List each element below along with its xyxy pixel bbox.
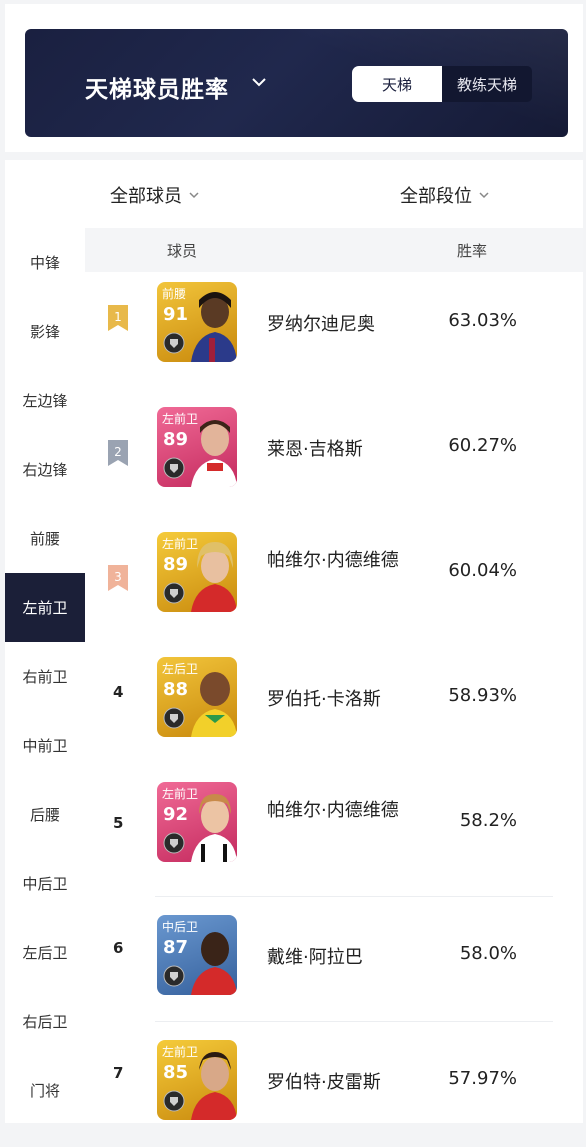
- table-row[interactable]: 7 左前卫 85 罗伯特·皮雷斯 57.97%: [85, 1022, 583, 1147]
- player-name: 戴维·阿拉巴: [267, 947, 363, 968]
- player-name: 罗纳尔迪尼奥: [267, 314, 375, 335]
- player-name: 罗伯特·皮雷斯: [267, 1072, 381, 1093]
- sidebar-item-ss[interactable]: 影锋: [5, 297, 85, 366]
- player-name: 帕维尔·内德维德: [267, 800, 399, 821]
- shield-emblem-icon: [163, 1090, 185, 1112]
- player-name: 罗伯托·卡洛斯: [267, 689, 381, 710]
- player-card: 左前卫 89: [157, 532, 237, 612]
- ribbon-badge-icon: 3: [108, 565, 128, 591]
- rank-number: 2: [114, 445, 122, 459]
- sidebar-item-lb[interactable]: 左后卫: [5, 918, 85, 987]
- table-row[interactable]: 6 中后卫 87 戴维·阿拉巴 58.0%: [85, 897, 583, 1022]
- shield-emblem-icon: [163, 457, 185, 479]
- chevron-down-icon: [479, 192, 489, 199]
- shield-emblem-icon: [163, 707, 185, 729]
- players-filter[interactable]: 全部球员: [110, 182, 201, 208]
- card-position: 左前卫: [162, 1045, 199, 1059]
- player-portrait: [191, 292, 237, 362]
- player-name: 帕维尔·内德维德: [267, 550, 399, 571]
- card-rating: 87: [163, 937, 189, 958]
- ribbon-badge-icon: 2: [108, 440, 128, 466]
- sidebar-item-rwf[interactable]: 右边锋: [5, 435, 85, 504]
- card-position: 左后卫: [162, 662, 199, 676]
- player-list: 1 前腰 91 罗纳尔迪尼奥 63.03% 2 左前卫 89 莱恩·吉格斯 60…: [85, 272, 583, 1147]
- player-card: 左前卫 85: [157, 1040, 237, 1120]
- win-rate: 58.2%: [459, 810, 517, 831]
- table-row[interactable]: 4 左后卫 88 罗伯托·卡洛斯 58.93%: [85, 647, 583, 772]
- sidebar-item-lmf[interactable]: 左前卫: [5, 573, 85, 642]
- sidebar-item-gk[interactable]: 门将: [5, 1056, 85, 1125]
- sidebar-item-cf[interactable]: 中锋: [5, 228, 85, 297]
- tiers-filter-label: 全部段位: [400, 186, 472, 207]
- card-rating: 92: [163, 804, 189, 825]
- rank-number: 6: [113, 939, 124, 957]
- tab-coach-ladder[interactable]: 教练天梯: [442, 66, 532, 102]
- sidebar-item-lwf[interactable]: 左边锋: [5, 366, 85, 435]
- win-rate: 58.0%: [459, 943, 517, 964]
- player-card: 中后卫 87: [157, 915, 237, 995]
- sidebar-item-rb[interactable]: 右后卫: [5, 987, 85, 1056]
- win-rate: 60.27%: [448, 435, 517, 456]
- rank-number: 4: [113, 683, 124, 701]
- rank-number: 7: [113, 1064, 124, 1082]
- win-rate: 60.04%: [448, 560, 517, 581]
- shield-emblem-icon: [163, 332, 185, 354]
- card-position: 左前卫: [162, 412, 199, 426]
- players-filter-label: 全部球员: [110, 186, 182, 207]
- ribbon-badge-icon: 1: [108, 305, 128, 331]
- shield-emblem-icon: [163, 832, 185, 854]
- player-card: 前腰 91: [157, 282, 237, 362]
- shield-emblem-icon: [163, 582, 185, 604]
- card-rating: 89: [163, 554, 189, 575]
- card-rating: 89: [163, 429, 189, 450]
- header-banner: 天梯球员胜率 天梯 教练天梯: [25, 29, 568, 137]
- sidebar-item-cmf[interactable]: 中前卫: [5, 711, 85, 780]
- rank-number: 1: [114, 310, 122, 324]
- card-position: 左前卫: [162, 787, 199, 801]
- card-position: 中后卫: [162, 920, 199, 934]
- tab-ladder[interactable]: 天梯: [352, 66, 442, 102]
- player-name: 莱恩·吉格斯: [267, 439, 363, 460]
- rank-number: 5: [113, 814, 124, 832]
- rank-number: 3: [114, 570, 122, 584]
- sidebar-item-rmf[interactable]: 右前卫: [5, 642, 85, 711]
- mode-switch: 天梯 教练天梯: [352, 66, 532, 102]
- ladder-page: 天梯球员胜率 天梯 教练天梯 全部球员 全部段位 中锋 影锋 左边锋 右边锋 前…: [5, 4, 583, 1123]
- card-rating: 85: [163, 1062, 189, 1083]
- win-rate: 57.97%: [448, 1068, 517, 1089]
- card-position: 前腰: [162, 287, 187, 301]
- page-title[interactable]: 天梯球员胜率: [85, 70, 229, 104]
- card-rating: 91: [163, 304, 189, 325]
- chevron-down-icon: [189, 192, 199, 199]
- table-header: 球员 胜率: [85, 228, 583, 272]
- table-row[interactable]: 5 左前卫 92 帕维尔·内德维德 58.2%: [85, 772, 583, 897]
- player-card: 左前卫 89: [157, 407, 237, 487]
- sidebar-item-amf[interactable]: 前腰: [5, 504, 85, 573]
- shield-emblem-icon: [163, 965, 185, 987]
- win-rate: 58.93%: [448, 685, 517, 706]
- tiers-filter[interactable]: 全部段位: [400, 182, 491, 208]
- sidebar-item-dmf[interactable]: 后腰: [5, 780, 85, 849]
- card-position: 左前卫: [162, 537, 199, 551]
- player-card: 左前卫 92: [157, 782, 237, 862]
- player-card: 左后卫 88: [157, 657, 237, 737]
- win-rate: 63.03%: [448, 310, 517, 331]
- column-header-player: 球员: [167, 242, 198, 260]
- position-sidebar: 中锋 影锋 左边锋 右边锋 前腰 左前卫 右前卫 中前卫 后腰 中后卫 左后卫 …: [5, 228, 85, 1125]
- sidebar-item-cb[interactable]: 中后卫: [5, 849, 85, 918]
- card-rating: 88: [163, 679, 189, 700]
- table-row[interactable]: 1 前腰 91 罗纳尔迪尼奥 63.03%: [85, 272, 583, 397]
- table-row[interactable]: 2 左前卫 89 莱恩·吉格斯 60.27%: [85, 397, 583, 522]
- section-divider: [5, 152, 583, 160]
- chevron-down-icon[interactable]: [249, 72, 269, 92]
- column-header-rate: 胜率: [457, 242, 488, 260]
- table-row[interactable]: 3 左前卫 89 帕维尔·内德维德 60.04%: [85, 522, 583, 647]
